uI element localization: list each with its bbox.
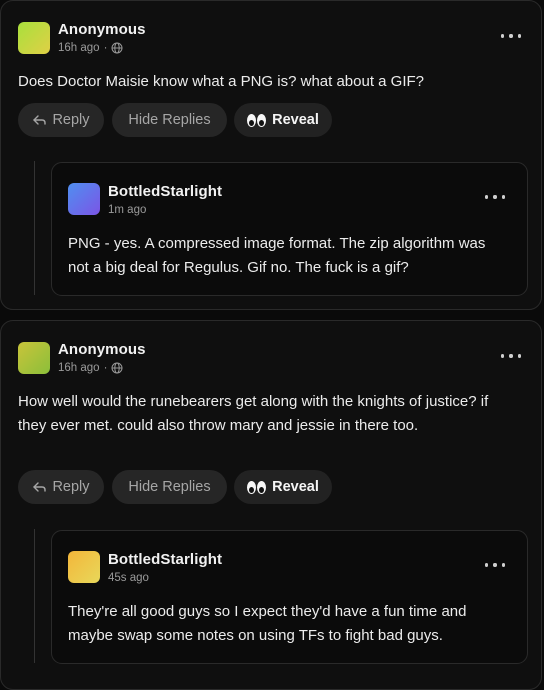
meta-separator: · xyxy=(103,362,108,374)
comment-body: How well would the runebearers get along… xyxy=(18,393,489,434)
comment-meta: 16h ago · xyxy=(58,42,123,54)
avatar[interactable] xyxy=(18,342,50,374)
eyes-icon xyxy=(247,113,267,127)
thread-line xyxy=(34,161,35,295)
reply-author[interactable]: BottledStarlight xyxy=(108,183,222,200)
hide-replies-button[interactable]: Hide Replies xyxy=(112,470,227,504)
reply-meta: 1m ago xyxy=(108,204,146,216)
more-options-icon[interactable] xyxy=(485,192,505,202)
more-options-icon[interactable] xyxy=(501,351,521,361)
reveal-button[interactable]: Reveal xyxy=(234,470,332,504)
reply-author[interactable]: BottledStarlight xyxy=(108,551,222,568)
reveal-button[interactable]: Reveal xyxy=(234,103,332,137)
reply-card: BottledStarlight 1m ago PNG - yes. A com… xyxy=(51,162,528,296)
comment-body: Does Doctor Maisie know what a PNG is? w… xyxy=(18,73,425,90)
avatar[interactable] xyxy=(68,551,100,583)
reply-label: Reply xyxy=(52,112,90,128)
reply-label: Reply xyxy=(52,479,90,495)
more-options-icon[interactable] xyxy=(501,31,521,41)
reply-button[interactable]: Reply xyxy=(18,470,104,504)
reply-meta: 45s ago xyxy=(108,572,149,584)
comment-author[interactable]: Anonymous xyxy=(58,21,146,38)
more-options-icon[interactable] xyxy=(485,560,505,570)
comment-meta: 16h ago · xyxy=(58,362,123,374)
thread-line xyxy=(34,529,35,663)
hide-replies-button[interactable]: Hide Replies xyxy=(112,103,227,137)
comment-time: 16h ago xyxy=(58,42,100,54)
globe-icon xyxy=(111,362,123,374)
reply-arrow-icon xyxy=(33,482,47,492)
comment-author[interactable]: Anonymous xyxy=(58,341,146,358)
avatar[interactable] xyxy=(18,22,50,54)
reply-time: 45s ago xyxy=(108,572,149,584)
hide-replies-label: Hide Replies xyxy=(128,479,211,495)
globe-icon xyxy=(111,42,123,54)
reply-body: PNG - yes. A compressed image format. Th… xyxy=(68,235,486,276)
comment-card: Anonymous 16h ago · How well would the r… xyxy=(0,320,542,690)
reveal-label: Reveal xyxy=(272,479,319,495)
avatar[interactable] xyxy=(68,183,100,215)
reply-time: 1m ago xyxy=(108,204,147,216)
meta-separator: · xyxy=(103,42,108,54)
reply-body: They're all good guys so I expect they'd… xyxy=(68,603,467,644)
reply-arrow-icon xyxy=(33,115,47,125)
eyes-icon xyxy=(247,480,267,494)
reply-card: BottledStarlight 45s ago They're all goo… xyxy=(51,530,528,664)
reply-button[interactable]: Reply xyxy=(18,103,104,137)
reveal-label: Reveal xyxy=(272,112,319,128)
hide-replies-label: Hide Replies xyxy=(128,112,211,128)
comment-time: 16h ago xyxy=(58,362,100,374)
comment-card: Anonymous 16h ago · Does Doctor Maisie k… xyxy=(0,0,542,310)
